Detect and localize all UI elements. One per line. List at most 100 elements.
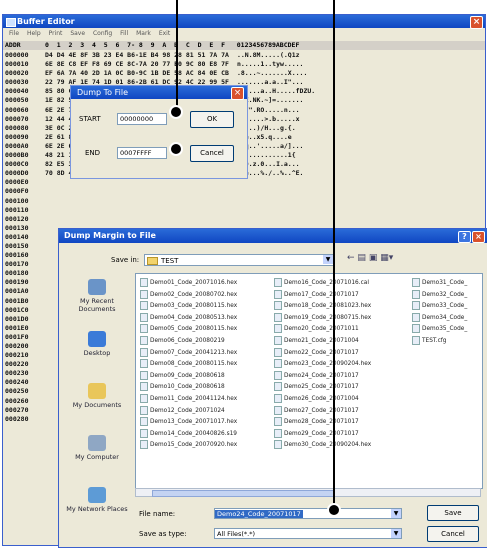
place-my-documents[interactable]: My Documents: [63, 383, 131, 409]
file-item[interactable]: Demo18_Code_20081023.hex: [274, 301, 371, 313]
file-item[interactable]: Demo03_Code_20080115.hex: [140, 301, 237, 313]
save-close-icon[interactable]: ×: [472, 231, 485, 243]
help-icon[interactable]: ?: [458, 231, 471, 243]
place-network[interactable]: My Network Places: [63, 487, 131, 513]
file-item[interactable]: Demo27_Code_20071017: [274, 405, 371, 418]
hex-address: 000110: [5, 205, 29, 214]
file-item[interactable]: Demo16_Code_20071016.cal: [274, 278, 371, 290]
dump-dialog-titlebar[interactable]: Dump To File ×: [71, 86, 247, 100]
ok-button[interactable]: OK: [190, 111, 234, 128]
menu-item-print[interactable]: Print: [49, 30, 63, 37]
file-item[interactable]: Demo17_Code_20071017: [274, 289, 371, 302]
file-icon: [140, 289, 148, 299]
file-item[interactable]: Demo10_Code_20080618: [140, 382, 237, 394]
file-name: Demo10_Code_20080618: [150, 384, 225, 391]
file-icon: [140, 428, 148, 438]
horizontal-scrollbar[interactable]: [135, 488, 481, 497]
new-folder-icon[interactable]: ▣: [369, 253, 378, 263]
place-recent-documents[interactable]: My Recent Documents: [63, 279, 131, 313]
save-type-dropdown-icon[interactable]: ▼: [391, 529, 401, 538]
hex-address: 000280: [5, 414, 29, 423]
file-item[interactable]: Demo22_Code_20071017: [274, 347, 371, 360]
view-menu-icon[interactable]: ▦▾: [380, 253, 393, 263]
save-button[interactable]: Save: [427, 505, 479, 521]
file-item[interactable]: Demo05_Code_20080115.hex: [140, 324, 237, 336]
file-name: Demo29_Code_20071017: [284, 430, 359, 437]
hex-address: 000130: [5, 223, 29, 232]
file-name: Demo19_Code_20080715.hex: [284, 314, 372, 321]
file-list[interactable]: Demo01_Code_20071016.hex Demo02_Code_2008…: [135, 273, 483, 489]
save-dialog-titlebar[interactable]: Dump Margin to File ? ×: [59, 229, 487, 243]
hex-row[interactable]: 000020 EF 6A 7A 40 2D 1A 0C B0-9C 1B DE 5…: [3, 69, 485, 78]
hex-row[interactable]: 000120: [3, 215, 485, 224]
file-item[interactable]: Demo11_Code_20041124.hex: [140, 393, 237, 406]
file-item[interactable]: Demo29_Code_20071017: [274, 428, 371, 441]
end-address-input[interactable]: 0007FFFF: [117, 147, 167, 159]
menu-item-exit[interactable]: Exit: [159, 30, 170, 37]
file-icon: [274, 324, 282, 334]
file-item[interactable]: Demo28_Code_20071017: [274, 417, 371, 429]
file-item[interactable]: Demo09_Code_20080618: [140, 370, 237, 383]
file-item[interactable]: Demo04_Code_20080513.hex: [140, 312, 237, 325]
file-name-dropdown-icon[interactable]: ▼: [391, 509, 401, 518]
file-item[interactable]: Demo12_Code_20071024: [140, 405, 237, 418]
hex-row[interactable]: 000110: [3, 206, 485, 215]
file-item[interactable]: Demo24_Code_20071017: [274, 370, 371, 383]
menu-item-save[interactable]: Save: [70, 30, 85, 37]
menu-item-file[interactable]: File: [9, 30, 19, 37]
buffer-editor-titlebar[interactable]: Buffer Editor ×: [3, 15, 485, 29]
file-item[interactable]: Demo07_Code_20041213.hex: [140, 347, 237, 360]
start-address-input[interactable]: 00000000: [117, 113, 167, 125]
place-my-computer[interactable]: My Computer: [63, 435, 131, 461]
file-item[interactable]: Demo19_Code_20080715.hex: [274, 312, 372, 325]
hex-row[interactable]: 000100: [3, 197, 485, 206]
place-desktop[interactable]: Desktop: [63, 331, 131, 357]
close-icon[interactable]: ×: [470, 16, 483, 29]
back-icon[interactable]: ←: [347, 253, 355, 263]
hex-row[interactable]: 0000E0: [3, 178, 485, 187]
file-item[interactable]: TEST.cfg: [412, 335, 467, 348]
file-item[interactable]: Demo35_Code_: [412, 324, 467, 336]
hex-ascii: n.....1..tyw.....: [236, 60, 304, 69]
file-item[interactable]: Demo06_Code_20080219: [140, 335, 237, 348]
hex-address: 000210: [5, 351, 29, 360]
menu-item-help[interactable]: Help: [27, 30, 41, 37]
scrollbar-thumb[interactable]: [152, 490, 334, 497]
file-item[interactable]: Demo25_Code_20071017: [274, 382, 371, 394]
file-item[interactable]: Demo01_Code_20071016.hex: [140, 278, 237, 290]
save-in-dropdown[interactable]: TEST ▼: [144, 254, 334, 266]
up-folder-icon[interactable]: ▤: [357, 253, 366, 263]
save-cancel-button[interactable]: Cancel: [427, 526, 479, 542]
save-type-select[interactable]: All Files(*.*) ▼: [214, 528, 402, 539]
file-item[interactable]: Demo31_Code_: [412, 278, 467, 290]
hex-row[interactable]: 000010 6E 8E C8 EF F8 69 CE 8C-7A 20 77 E…: [3, 60, 485, 69]
file-item[interactable]: Demo32_Code_: [412, 289, 467, 302]
hex-address: 000020: [5, 69, 29, 78]
desktop-icon: [88, 331, 106, 347]
file-item[interactable]: Demo02_Code_20080702.hex: [140, 289, 237, 302]
dump-cancel-button[interactable]: Cancel: [190, 145, 234, 162]
hex-address: 000080: [5, 123, 29, 132]
menu-item-config[interactable]: Config: [93, 30, 112, 37]
file-item[interactable]: Demo14_Code_20040826.s19: [140, 428, 237, 441]
file-item[interactable]: Demo20_Code_20071011: [274, 324, 371, 336]
file-item[interactable]: Demo13_Code_20071017.hex: [140, 417, 237, 429]
hex-row[interactable]: 000000 D4 D4 4E 8F 3B 23 E4 B6-1E B4 98 2…: [3, 51, 485, 60]
file-item[interactable]: Demo26_Code_20071004: [274, 393, 371, 406]
file-icon: [274, 347, 282, 357]
hex-address: 0001E0: [5, 323, 29, 332]
menu-item-fill[interactable]: Fill: [120, 30, 128, 37]
file-item[interactable]: Demo15_Code_20070920.hex: [140, 440, 237, 452]
hex-row[interactable]: 0000F0: [3, 187, 485, 196]
file-item[interactable]: Demo08_Code_20080115.hex: [140, 359, 237, 371]
dump-close-icon[interactable]: ×: [231, 87, 244, 100]
file-item[interactable]: Demo34_Code_: [412, 312, 467, 325]
start-marker-icon: [169, 105, 183, 119]
file-name-input[interactable]: Demo24_Code_20071017 ▼: [214, 508, 402, 519]
file-item[interactable]: Demo33_Code_: [412, 301, 467, 313]
chevron-down-icon[interactable]: ▼: [323, 255, 333, 264]
file-item[interactable]: Demo23_Code_20090204.hex: [274, 359, 371, 371]
file-item[interactable]: Demo30_Code_20090204.hex: [274, 440, 371, 452]
file-item[interactable]: Demo21_Code_20071004: [274, 335, 371, 348]
menu-item-mark[interactable]: Mark: [136, 30, 151, 37]
